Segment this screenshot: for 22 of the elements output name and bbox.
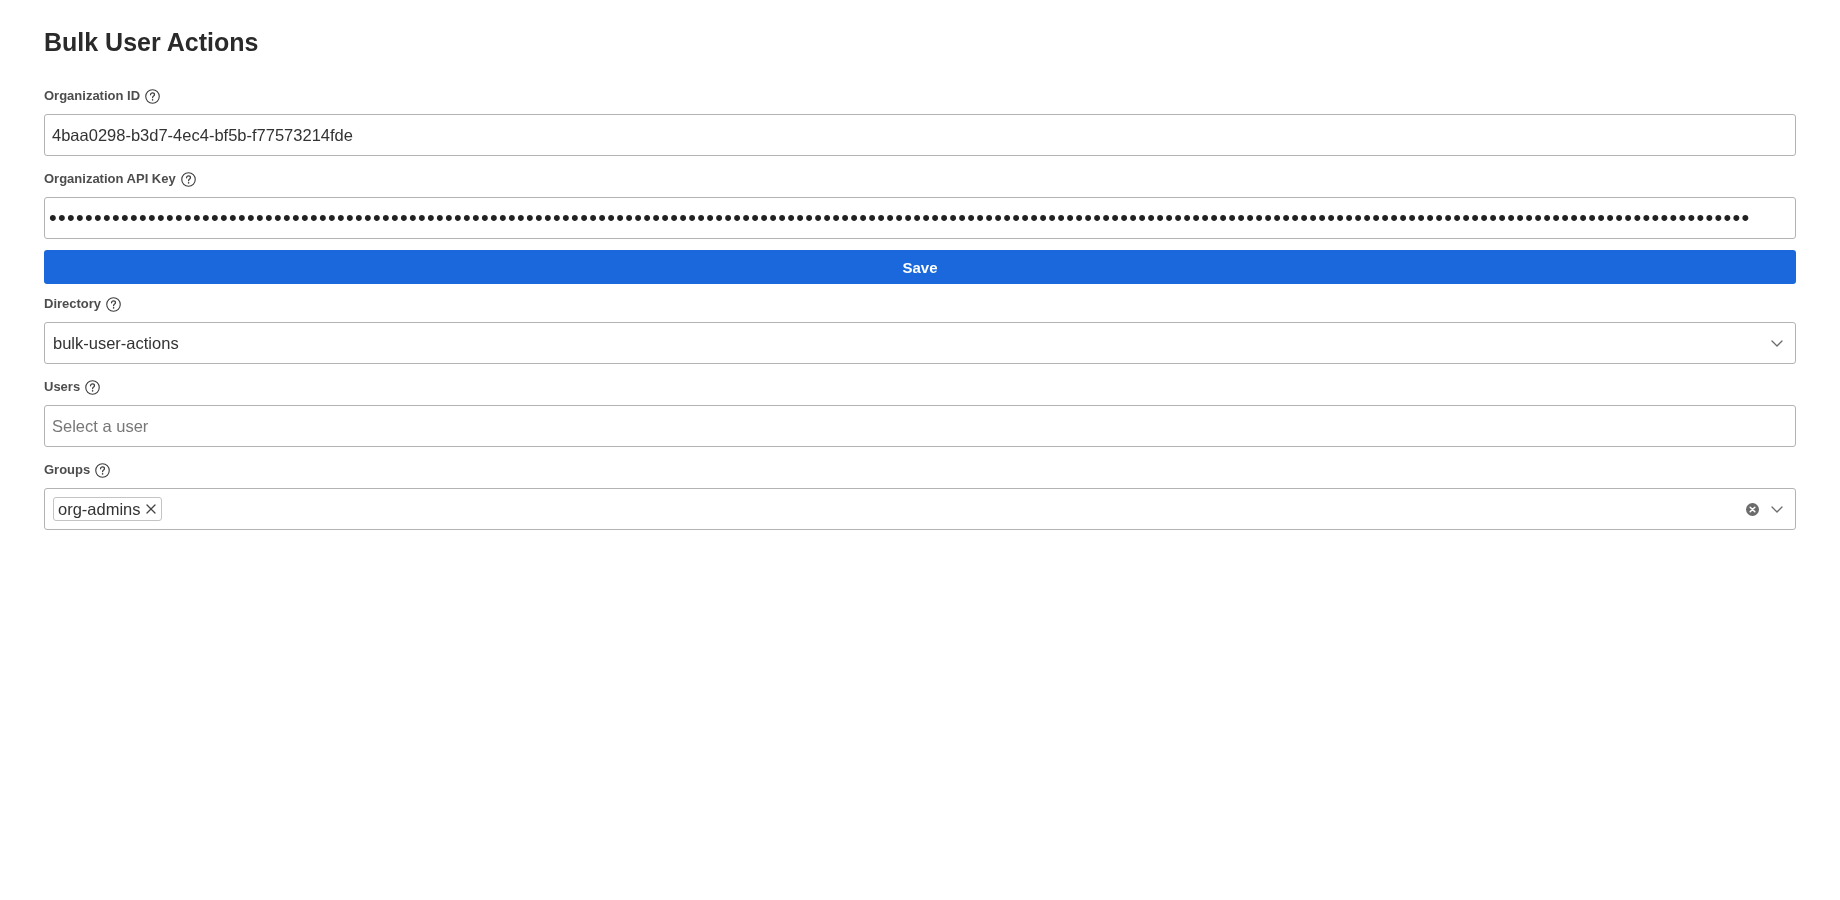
help-icon[interactable] bbox=[95, 462, 111, 478]
field-label: Organization ID bbox=[44, 88, 141, 104]
clear-icon[interactable] bbox=[1746, 502, 1759, 516]
help-icon[interactable] bbox=[180, 171, 196, 187]
field-label: Users bbox=[44, 379, 81, 395]
chevron-down-icon[interactable] bbox=[1771, 505, 1783, 513]
save-button[interactable]: Save bbox=[44, 250, 1796, 284]
field-label: Directory bbox=[44, 296, 102, 312]
directory-select[interactable]: bulk-user-actions bbox=[44, 322, 1796, 364]
help-icon[interactable] bbox=[145, 88, 161, 104]
field-label: Organization API Key bbox=[44, 171, 176, 187]
text-field[interactable]: 4baa0298-b3d7-4ec4-bf5b-f77573214fde bbox=[44, 114, 1796, 156]
tag-label: org-admins bbox=[58, 499, 141, 519]
close-icon[interactable] bbox=[145, 504, 156, 514]
field-label: Groups bbox=[44, 462, 91, 478]
groups-select[interactable]: org-admins bbox=[44, 488, 1796, 530]
page-title: Bulk User Actions bbox=[44, 27, 260, 57]
password-field[interactable]: ••••••••••••••••••••••••••••••••••••••••••••••••••••••••••••••••••••••••••••••••••••••••••••••••••••••••••••••••••••••••••••••••••••••••••••••••••••••••••••••••••••••••••••••••••••••••••••• bbox=[44, 197, 1796, 239]
text-field[interactable]: Select a user bbox=[44, 405, 1796, 447]
chevron-down-icon[interactable] bbox=[1771, 339, 1783, 347]
help-icon[interactable] bbox=[106, 296, 122, 312]
help-icon[interactable] bbox=[85, 379, 101, 395]
